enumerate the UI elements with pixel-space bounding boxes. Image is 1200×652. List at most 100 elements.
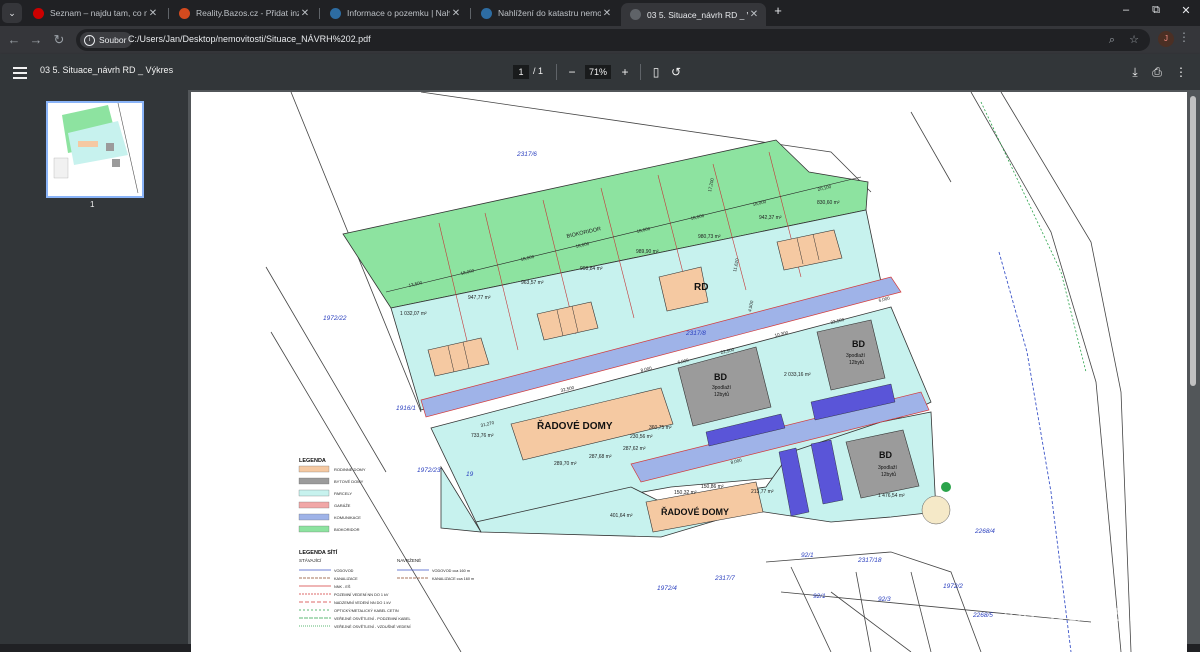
legend-label: KANALIZACE cca 160 m xyxy=(432,577,474,581)
legend-label: OPTICKÝ/METALICKÝ KABEL CETIN xyxy=(334,609,399,613)
tab-title: Seznam – najdu tam, co neznám xyxy=(50,8,147,18)
url-text[interactable]: C:/Users/Jan/Desktop/nemovitosti/Situace… xyxy=(128,34,371,44)
bd-label-3: BD xyxy=(879,450,892,460)
page-total: / 1 xyxy=(533,66,544,76)
close-tab-icon[interactable]: ✕ xyxy=(299,8,311,19)
tab-search-button[interactable]: ⌄ xyxy=(2,3,22,23)
bd-floors-3: 3podlaží xyxy=(878,465,898,471)
row-houses-label-2: ŘADOVÉ DOMY xyxy=(661,506,729,517)
site-info-chip[interactable]: i Soubor xyxy=(80,32,133,48)
minimize-button[interactable]: – xyxy=(1116,4,1136,16)
page-thumbnail[interactable] xyxy=(46,101,144,198)
legend-label: VEŘEJNÉ OSVĚTLENÍ - VZDUŠNÉ VEDENÍ xyxy=(334,624,412,629)
legend-swatch-apartments xyxy=(298,477,330,485)
zoom-in-button[interactable]: + xyxy=(616,63,634,81)
bazos-favicon-icon xyxy=(179,7,190,19)
bd-label-1: BD xyxy=(714,372,727,382)
print-icon[interactable]: ⎙ xyxy=(1148,63,1166,81)
vertical-scrollbar[interactable] xyxy=(1190,96,1196,386)
parcel-number: 2317/7 xyxy=(714,575,735,582)
water-main-line xyxy=(998,251,1072,652)
pdf-viewer: RD ŘADOVÉ DOMY ŘADOVÉ DOMY BD 3podlaží 1… xyxy=(188,90,1200,652)
playground-icon xyxy=(921,495,951,525)
pdf-page: RD ŘADOVÉ DOMY ŘADOVÉ DOMY BD 3podlaží 1… xyxy=(191,92,1187,652)
tab-title: Reality.Bazos.cz - Přidat inzerát xyxy=(196,8,299,18)
parcel-number: 2317/18 xyxy=(857,557,882,564)
close-tab-icon[interactable]: ✕ xyxy=(601,8,613,19)
area-label: 947,77 m² xyxy=(468,295,491,301)
page-number-input[interactable]: 1 xyxy=(513,65,529,79)
thumbnail-page-number: 1 xyxy=(90,200,95,209)
zoom-out-button[interactable]: − xyxy=(563,63,581,81)
tab-nahlizeni-do-katastru[interactable]: Nahlížení do katastru nemovitostí ✕ xyxy=(472,3,619,23)
legend-label: VODOVOD xyxy=(334,569,354,573)
area-label: 1 476,54 m² xyxy=(878,493,905,499)
area-label: 980,73 m² xyxy=(698,234,721,240)
tab-informace-o-pozemku[interactable]: Informace o pozemku | Nahlížení ✕ xyxy=(321,3,468,23)
legend-title: LEGENDA xyxy=(299,458,326,464)
zoom-input[interactable]: 71% xyxy=(585,65,611,79)
forward-arrow-icon[interactable]: → xyxy=(26,30,46,50)
parcel-number: 1972/2 xyxy=(943,583,963,590)
legend-swatch-biokoridor xyxy=(298,525,330,533)
more-actions-icon[interactable]: ⋮ xyxy=(1172,63,1190,81)
area-label: 287,62 m² xyxy=(623,446,646,452)
parcel-number: 1972/22 xyxy=(323,315,347,322)
close-tab-icon[interactable]: ✕ xyxy=(147,8,159,19)
parcel-number: 92/1 xyxy=(801,552,814,559)
pdf-toolbar: 03 5. Situace_návrh RD _ Výkres 1 / 1 − … xyxy=(0,54,1200,90)
tab-reality-bazos[interactable]: Reality.Bazos.cz - Přidat inzerát ✕ xyxy=(170,3,317,23)
parcel-number: 92/3 xyxy=(878,596,891,603)
tab-separator xyxy=(319,8,320,19)
browser-menu-icon[interactable]: ⋮ xyxy=(1176,30,1192,50)
fit-page-icon[interactable]: ▯ xyxy=(647,63,665,81)
pdf-title: 03 5. Situace_návrh RD _ Výkres xyxy=(40,65,174,75)
back-arrow-icon[interactable]: ← xyxy=(4,30,24,50)
bd-label-2: BD xyxy=(852,339,865,349)
profile-avatar[interactable]: J xyxy=(1158,31,1174,47)
legend-label: KOMUNIKACE xyxy=(334,515,361,520)
browser-toolbar: ← → ↻ i Soubor C:/Users/Jan/Desktop/nemo… xyxy=(0,26,1200,54)
area-label: 998,84 m² xyxy=(580,266,603,272)
legend-label: POZEMNÍ VEDENÍ NN DO 1 kV xyxy=(334,593,389,597)
parcel-number: 1972/23 xyxy=(417,467,441,474)
area-label: 401,64 m² xyxy=(610,513,633,519)
close-tab-icon[interactable]: ✕ xyxy=(450,8,462,19)
bd-floors-1: 3podlaží xyxy=(712,385,732,391)
parcel-number: 1972/4 xyxy=(657,585,677,592)
globe-favicon-icon xyxy=(630,9,641,20)
legend-label: PARCELY xyxy=(334,491,352,496)
rotate-icon[interactable]: ↺ xyxy=(667,63,685,81)
address-bar[interactable]: i Soubor C:/Users/Jan/Desktop/nemovitost… xyxy=(76,29,1150,51)
close-window-button[interactable]: ✕ xyxy=(1176,4,1196,17)
parcel-number: 19 xyxy=(466,471,474,478)
area-label: 989,90 m² xyxy=(636,249,659,255)
cuzk-favicon-icon xyxy=(481,7,492,19)
legend-label: GARÁŽE xyxy=(334,503,351,508)
close-tab-icon[interactable]: ✕ xyxy=(748,9,760,20)
area-label: 150,86 m² xyxy=(701,484,724,490)
sidebar-menu-icon[interactable] xyxy=(12,64,28,80)
tab-title: 03 5. Situace_návrh RD _ Výkres xyxy=(647,9,748,20)
legend-swatch-garages xyxy=(298,501,330,509)
area-label: 2 033,16 m² xyxy=(784,372,811,378)
legend-label: RODINNÉ DOMY xyxy=(334,467,366,472)
tab-seznam[interactable]: Seznam – najdu tam, co neznám ✕ xyxy=(24,3,165,23)
bookmark-star-icon[interactable]: ☆ xyxy=(1126,32,1142,48)
parcel-number: 2268/5 xyxy=(972,612,993,619)
zoom-magnifier-icon[interactable]: ⌕ xyxy=(1104,32,1120,48)
reload-icon[interactable]: ↻ xyxy=(49,30,69,50)
download-icon[interactable]: ⤓ xyxy=(1126,63,1144,81)
tab-situace-vykres[interactable]: 03 5. Situace_návrh RD _ Výkres ✕ xyxy=(621,3,766,26)
thumbnail-preview xyxy=(53,102,139,194)
legend-label: VODOVOD cca 160 m xyxy=(432,569,470,573)
legend-label: BYTOVÉ DOMY xyxy=(334,479,364,484)
legend-label: NADZEMNÍ VEDENÍ NN DO 1 kV xyxy=(334,601,391,605)
toolbar-divider xyxy=(640,64,641,80)
legend-label: BIOKORIDOR xyxy=(334,527,360,532)
legend-swatch-parcels xyxy=(298,489,330,497)
maximize-button[interactable]: ⧉ xyxy=(1146,4,1166,17)
new-tab-button[interactable]: + xyxy=(768,3,788,18)
info-icon: i xyxy=(84,34,95,46)
bd-flats-2: 12bytů xyxy=(849,359,864,366)
